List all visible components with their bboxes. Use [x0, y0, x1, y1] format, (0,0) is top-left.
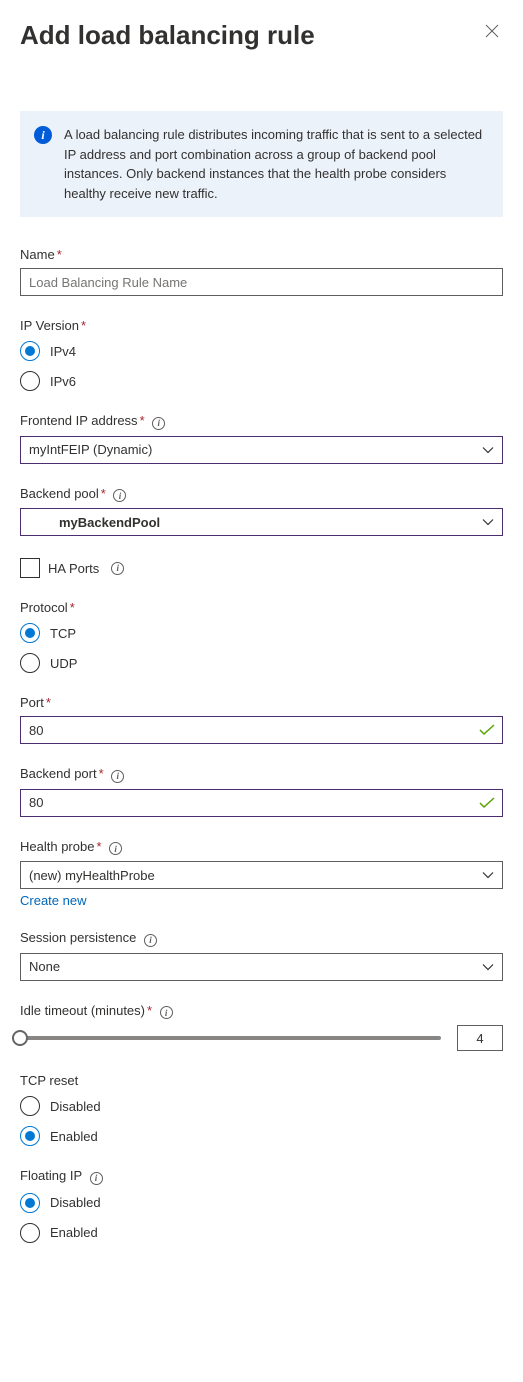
port-input[interactable] — [20, 716, 503, 744]
radio-icon — [20, 653, 40, 673]
checkmark-icon — [479, 724, 495, 736]
radio-icon — [20, 371, 40, 391]
tcp-reset-label: TCP reset — [20, 1073, 503, 1088]
info-text: A load balancing rule distributes incomi… — [64, 125, 487, 203]
help-icon[interactable]: i — [90, 1172, 103, 1185]
help-icon[interactable]: i — [152, 417, 165, 430]
ip-version-ipv4[interactable]: IPv4 — [20, 341, 503, 361]
health-probe-label: Health probe* i — [20, 839, 503, 856]
info-icon: i — [34, 126, 52, 144]
health-probe-select[interactable]: (new) myHealthProbe — [20, 861, 503, 889]
panel-title: Add load balancing rule — [20, 20, 315, 51]
checkbox-icon — [20, 558, 40, 578]
close-icon — [485, 26, 499, 41]
radio-icon — [20, 623, 40, 643]
tcp-reset-disabled[interactable]: Disabled — [20, 1096, 503, 1116]
name-input[interactable] — [20, 268, 503, 296]
ha-ports-checkbox[interactable]: HA Ports i — [20, 558, 503, 578]
help-icon[interactable]: i — [113, 489, 126, 502]
name-label: Name* — [20, 247, 503, 262]
ip-version-ipv6[interactable]: IPv6 — [20, 371, 503, 391]
close-button[interactable] — [481, 20, 503, 45]
radio-icon — [20, 1126, 40, 1146]
radio-icon — [20, 1193, 40, 1213]
help-icon[interactable]: i — [109, 842, 122, 855]
create-new-link[interactable]: Create new — [20, 893, 86, 908]
protocol-label: Protocol* — [20, 600, 503, 615]
session-persistence-label: Session persistence i — [20, 930, 503, 947]
protocol-tcp[interactable]: TCP — [20, 623, 503, 643]
idle-timeout-slider[interactable] — [20, 1036, 441, 1040]
floating-ip-disabled[interactable]: Disabled — [20, 1193, 503, 1213]
backend-pool-select[interactable]: myBackendPool — [20, 508, 503, 536]
idle-timeout-label: Idle timeout (minutes)* i — [20, 1003, 503, 1020]
radio-icon — [20, 1096, 40, 1116]
frontend-ip-select[interactable]: myIntFEIP (Dynamic) — [20, 436, 503, 464]
session-persistence-select[interactable]: None — [20, 953, 503, 981]
port-label: Port* — [20, 695, 503, 710]
radio-icon — [20, 1223, 40, 1243]
radio-icon — [20, 341, 40, 361]
info-banner: i A load balancing rule distributes inco… — [20, 111, 503, 217]
chevron-down-icon — [482, 446, 494, 454]
backend-port-input[interactable] — [20, 789, 503, 817]
help-icon[interactable]: i — [160, 1006, 173, 1019]
backend-pool-label: Backend pool* i — [20, 486, 503, 503]
chevron-down-icon — [482, 963, 494, 971]
checkmark-icon — [479, 797, 495, 809]
idle-timeout-value[interactable]: 4 — [457, 1025, 503, 1051]
help-icon[interactable]: i — [144, 934, 157, 947]
backend-port-label: Backend port* i — [20, 766, 503, 783]
tcp-reset-enabled[interactable]: Enabled — [20, 1126, 503, 1146]
floating-ip-label: Floating IP i — [20, 1168, 503, 1185]
ip-version-label: IP Version* — [20, 318, 503, 333]
slider-thumb[interactable] — [12, 1030, 28, 1046]
chevron-down-icon — [482, 518, 494, 526]
frontend-ip-label: Frontend IP address* i — [20, 413, 503, 430]
floating-ip-enabled[interactable]: Enabled — [20, 1223, 503, 1243]
protocol-udp[interactable]: UDP — [20, 653, 503, 673]
help-icon[interactable]: i — [111, 770, 124, 783]
help-icon[interactable]: i — [111, 562, 124, 575]
chevron-down-icon — [482, 871, 494, 879]
